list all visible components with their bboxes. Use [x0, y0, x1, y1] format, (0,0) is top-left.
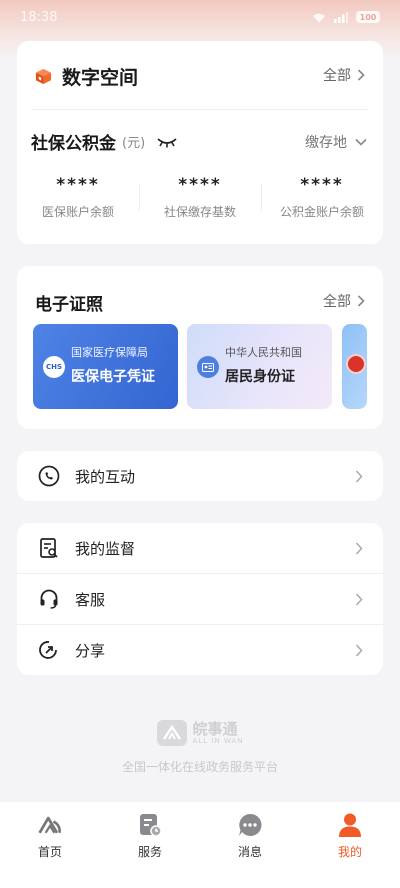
tab-profile[interactable]: 我的 [300, 812, 400, 888]
tab-service[interactable]: 服务 [100, 812, 200, 888]
brand-footer: 皖事通 ALL IN WAN 全国一体化在线政务服务平台 [0, 720, 400, 775]
menu-item-customer-service[interactable]: 客服 [17, 574, 383, 624]
wifi-icon [313, 13, 325, 22]
status-bar: 18:38 100 [0, 0, 400, 34]
emblem-icon [346, 354, 366, 374]
document-search-icon [37, 536, 61, 560]
menu-item-supervision[interactable]: 我的监督 [17, 523, 383, 573]
digital-space-all-link[interactable]: 全部 [323, 65, 365, 85]
certificates-title: 电子证照 [35, 295, 103, 315]
service-icon [137, 812, 163, 838]
chevron-right-icon [355, 643, 363, 657]
eye-closed-icon[interactable] [157, 136, 177, 148]
fund-title: 社保公积金 [31, 134, 116, 154]
brand-name: 皖事通 [192, 719, 238, 738]
digital-space-title: 数字空间 [62, 67, 139, 89]
status-time: 18:38 [20, 9, 58, 25]
battery-icon: 100 [356, 11, 380, 23]
next-cert-peek[interactable] [342, 324, 367, 409]
id-card-cert[interactable]: 中华人民共和国 居民身份证 [187, 324, 332, 409]
bottom-tab-bar: 首页 服务 消息 我的 [0, 802, 400, 888]
tab-messages[interactable]: 消息 [200, 812, 300, 888]
region-selector[interactable]: 缴存地 [305, 132, 367, 152]
headset-icon [37, 587, 61, 611]
fund-unit: (元) [122, 136, 146, 151]
message-icon [237, 812, 263, 838]
brand-sub: ALL IN WAN [192, 736, 244, 745]
menu-card: 我的监督 客服 分享 [17, 523, 383, 675]
home-logo-icon [37, 812, 63, 838]
share-icon [37, 638, 61, 662]
interaction-card: 我的互动 [17, 451, 383, 501]
chevron-right-icon [355, 592, 363, 606]
chevron-right-icon [357, 295, 365, 307]
stat-social-base[interactable]: **** 社保缴存基数 [139, 175, 261, 220]
stat-fund-balance[interactable]: **** 公积金账户余额 [261, 175, 383, 220]
cube-icon [35, 68, 52, 85]
menu-item-interaction[interactable]: 我的互动 [17, 451, 383, 501]
brand-slogan: 全国一体化在线政务服务平台 [121, 760, 278, 774]
digital-space-card: 数字空间 全部 社保公积金 (元) 缴存地 **** 医保账户余额 **** 社… [17, 41, 383, 244]
chevron-right-icon [355, 541, 363, 555]
menu-item-share[interactable]: 分享 [17, 625, 383, 675]
chevron-right-icon [357, 69, 365, 81]
divider [31, 109, 369, 110]
stat-medical-balance[interactable]: **** 医保账户余额 [17, 175, 139, 220]
brand-logo-icon [156, 720, 187, 746]
phone-chat-icon [37, 464, 61, 488]
profile-icon [337, 812, 363, 838]
medical-insurance-cert[interactable]: CHS 国家医疗保障局 医保电子凭证 [33, 324, 178, 409]
chevron-down-icon [355, 138, 367, 146]
certificates-card: 电子证照 全部 CHS 国家医疗保障局 医保电子凭证 中华人民共和国 居民身份证 [17, 266, 383, 429]
chs-logo-icon: CHS [43, 356, 65, 378]
chevron-right-icon [355, 469, 363, 483]
tab-home[interactable]: 首页 [0, 812, 100, 888]
signal-icon [334, 11, 348, 23]
certificates-all-link[interactable]: 全部 [323, 291, 365, 311]
id-card-icon [197, 356, 219, 378]
